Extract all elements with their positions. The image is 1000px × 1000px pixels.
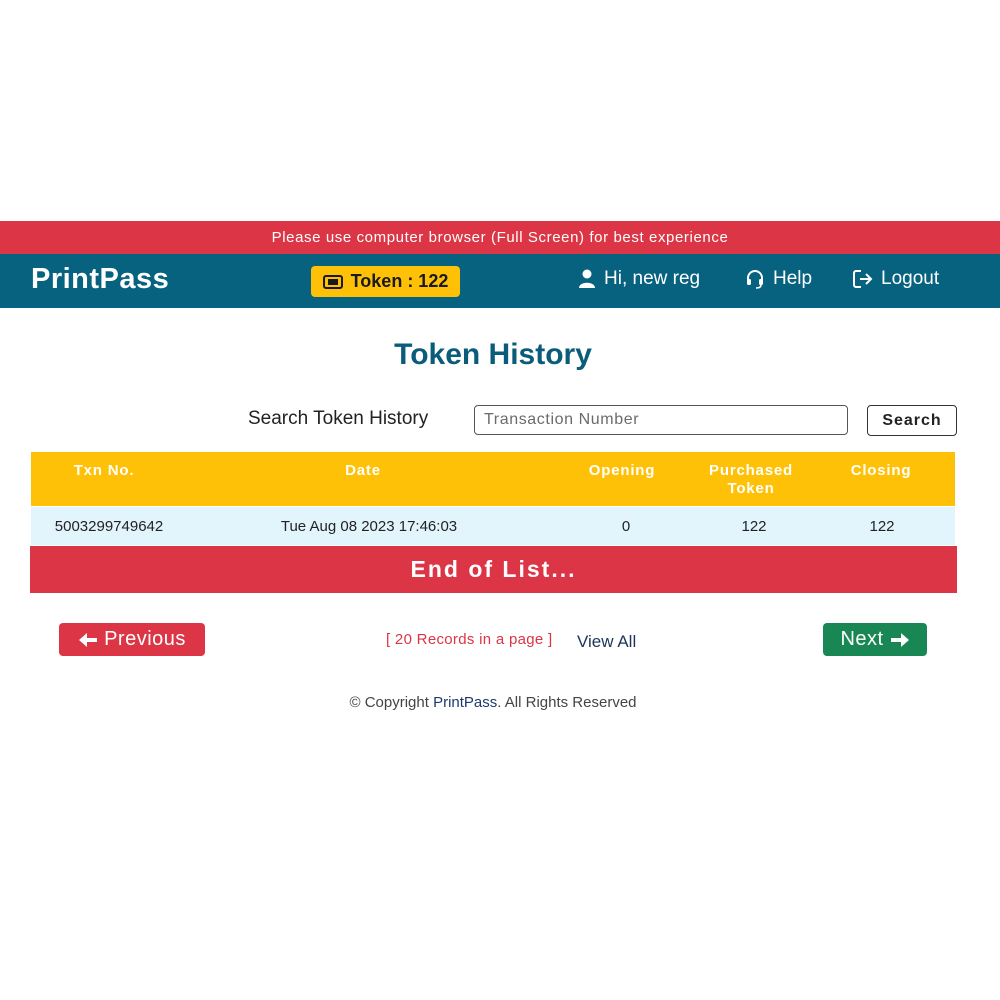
token-badge: Token : 122 — [311, 266, 460, 297]
purchased-header-line1: Purchased — [709, 462, 793, 479]
user-icon — [579, 269, 595, 288]
search-label: Search Token History — [248, 408, 429, 429]
user-greeting: Hi, new reg — [604, 268, 701, 289]
brand-logo[interactable]: PrintPass — [31, 263, 169, 296]
footer-suffix: . All Rights Reserved — [497, 694, 637, 711]
browser-warning-banner: Please use computer browser (Full Screen… — [0, 221, 1000, 254]
logout-link[interactable]: Logout — [853, 268, 939, 290]
table-row: 5003299749642 Tue Aug 08 2023 17:46:03 0… — [31, 507, 955, 545]
page-title: Token History — [394, 338, 592, 371]
records-per-page-info: [ 20 Records in a page ] — [386, 631, 553, 648]
arrow-left-icon — [79, 632, 98, 647]
search-button[interactable]: Search — [867, 405, 957, 436]
navbar: PrintPass Token : 122 Hi, new reg Help L… — [0, 254, 1000, 308]
ticket-icon — [322, 274, 343, 289]
banner-text: Please use computer browser (Full Screen… — [271, 229, 729, 246]
column-header-opening: Opening — [588, 462, 656, 479]
search-input[interactable] — [474, 405, 848, 435]
cell-closing: 122 — [869, 518, 895, 535]
footer-prefix: © Copyright — [349, 694, 434, 711]
column-header-date: Date — [345, 462, 381, 479]
cell-opening: 0 — [621, 518, 631, 535]
purchased-header-line2: Token — [727, 480, 775, 497]
end-of-list-banner: End of List... — [30, 546, 957, 593]
logout-icon — [853, 270, 873, 288]
next-button[interactable]: Next — [823, 623, 927, 656]
previous-label: Previous — [104, 628, 186, 650]
arrow-right-icon — [890, 632, 909, 647]
footer-brand-link[interactable]: PrintPass — [433, 694, 497, 711]
cell-date: Tue Aug 08 2023 17:46:03 — [280, 518, 458, 535]
headset-icon — [747, 270, 763, 289]
column-header-closing: Closing — [850, 462, 912, 479]
table-header: Txn No. Date Opening Purchased Token Clo… — [31, 452, 955, 506]
token-count: Token : 122 — [350, 271, 449, 291]
footer-copyright: © Copyright PrintPass. All Rights Reserv… — [0, 694, 986, 711]
logout-label: Logout — [881, 268, 940, 289]
help-label: Help — [773, 268, 813, 289]
user-menu[interactable]: Hi, new reg — [578, 268, 700, 290]
column-header-txn-no: Txn No. — [73, 462, 135, 479]
previous-button[interactable]: Previous — [59, 623, 205, 656]
column-header-purchased-token: Purchased Token — [691, 462, 811, 498]
help-link[interactable]: Help — [745, 268, 812, 290]
cell-txn-no: 5003299749642 — [54, 518, 164, 535]
next-label: Next — [840, 628, 884, 650]
cell-purchased: 122 — [741, 518, 767, 535]
view-all-link[interactable]: View All — [577, 632, 636, 652]
